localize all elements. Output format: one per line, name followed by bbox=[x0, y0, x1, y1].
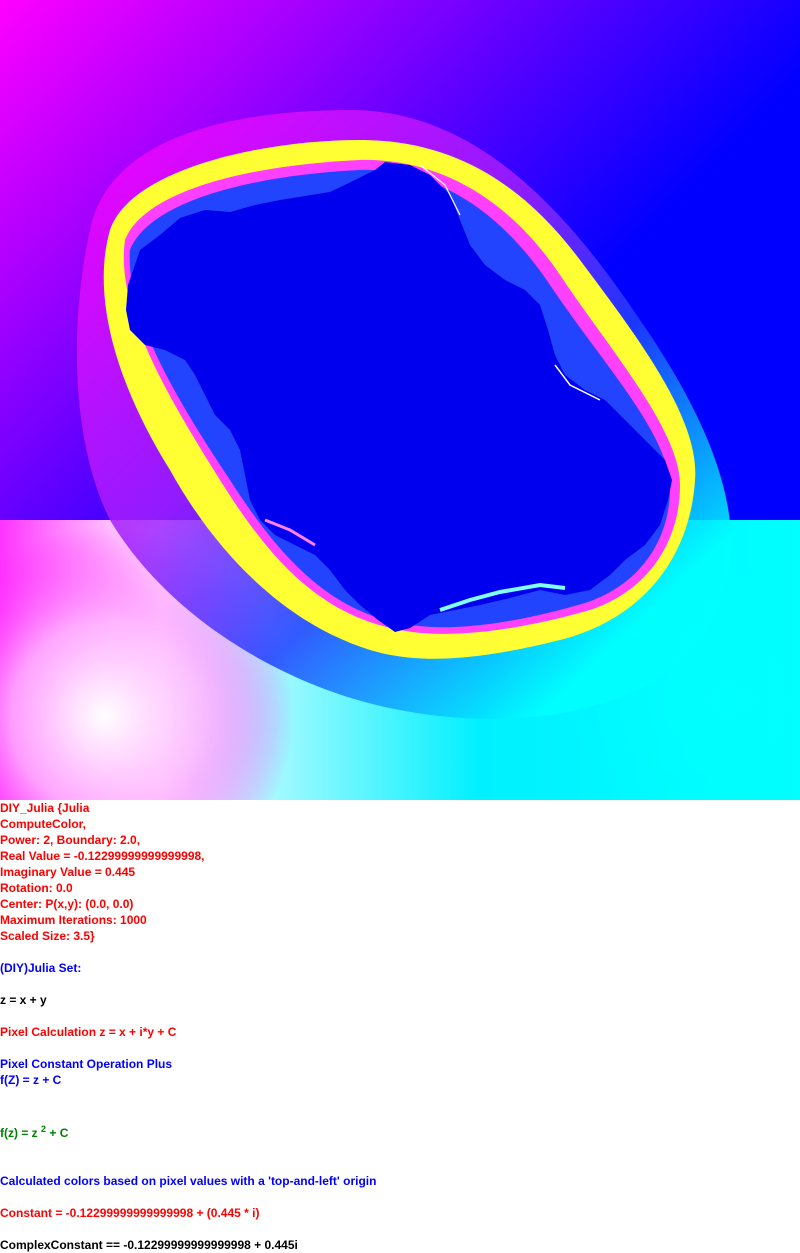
info-line-8: Maximum Iterations: 1000 bbox=[0, 913, 147, 927]
info-line-3: Power: 2, Boundary: 2.0, bbox=[0, 833, 141, 847]
info-line-9: Scaled Size: 3.5} bbox=[0, 929, 95, 943]
color-note: Calculated colors based on pixel values … bbox=[0, 1174, 377, 1188]
fz-power-prefix: f(z) = z bbox=[0, 1126, 38, 1140]
fz-power-exponent: 2 bbox=[41, 1124, 47, 1134]
fz-power-suffix: + C bbox=[46, 1126, 69, 1140]
info-line-1: DIY_Julia {Julia bbox=[0, 801, 90, 815]
info-line-5: Imaginary Value = 0.445 bbox=[0, 865, 136, 879]
z-definition: z = x + y bbox=[0, 993, 47, 1007]
info-line-6: Rotation: 0.0 bbox=[0, 881, 73, 895]
info-line-7: Center: P(x,y): (0.0, 0.0) bbox=[0, 897, 134, 911]
set-title: (DIY)Julia Set: bbox=[0, 961, 82, 975]
fz-plus-formula: f(Z) = z + C bbox=[0, 1073, 62, 1087]
fz-power-formula: f(z) = z 2 + C bbox=[0, 1124, 69, 1141]
constant-line: Constant = -0.12299999999999998 + (0.445… bbox=[0, 1206, 260, 1220]
complex-constant-line: ComplexConstant == -0.12299999999999998 … bbox=[0, 1238, 298, 1252]
info-line-4: Real Value = -0.12299999999999998, bbox=[0, 849, 205, 863]
operation-label: Pixel Constant Operation Plus bbox=[0, 1057, 173, 1071]
info-line-2: ComputeColor, bbox=[0, 817, 86, 831]
julia-set-image bbox=[0, 0, 800, 800]
pixel-calculation: Pixel Calculation z = x + i*y + C bbox=[0, 1025, 177, 1039]
